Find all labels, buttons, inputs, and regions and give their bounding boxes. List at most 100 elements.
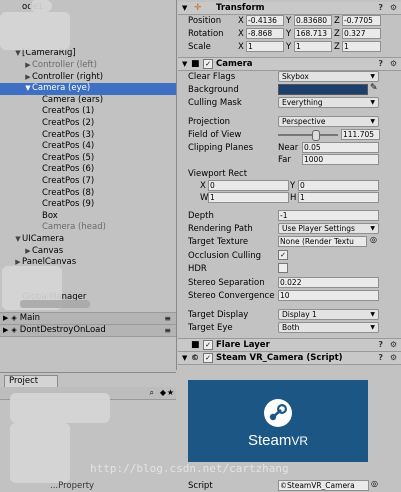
object-picker-icon[interactable]: ◎	[371, 479, 378, 488]
rendering-path-label: Rendering Path	[188, 224, 253, 234]
star-icon[interactable]: ★	[167, 388, 174, 397]
hierarchy-item-label: Controller (left)	[32, 60, 97, 70]
hierarchy-item[interactable]: CreatPos (9)	[0, 199, 176, 211]
camera-title: Camera	[216, 59, 253, 69]
scene-menu-icon[interactable]: ≡	[164, 325, 171, 336]
steam-logo-icon	[264, 399, 292, 427]
occlusion-culling-label: Occlusion Culling	[188, 251, 262, 261]
expand-arrow-icon[interactable]: ▼	[182, 2, 187, 14]
hierarchy-item[interactable]: Camera (ears)	[0, 95, 176, 107]
hierarchy-item[interactable]: Box	[0, 211, 176, 223]
flare-layer-enabled-checkbox[interactable]: ✓	[203, 340, 213, 350]
tab-project[interactable]: Project	[4, 375, 58, 387]
hierarchy-item[interactable]: ▶Controller (left)	[0, 60, 176, 72]
far-label: Far	[278, 155, 291, 165]
script-field[interactable]: ©SteamVR_Camera	[278, 480, 369, 491]
scale-z-field[interactable]: 1	[342, 41, 381, 52]
far-field[interactable]: 1000	[302, 154, 379, 165]
hierarchy-item[interactable]: CreatPos (1)	[0, 106, 176, 118]
scale-y-field[interactable]: 1	[294, 41, 332, 52]
target-eye-dropdown[interactable]: Both ▼	[278, 322, 379, 333]
depth-field[interactable]: -1	[278, 210, 379, 221]
collapse-arrow-icon[interactable]: ▶	[24, 246, 32, 258]
culling-mask-dropdown[interactable]: Everything ▼	[278, 97, 379, 108]
component-menu-icons[interactable]: ? ⚙	[378, 339, 399, 351]
fov-slider-thumb[interactable]	[311, 130, 320, 141]
hierarchy-item[interactable]: ▶Canvas	[0, 246, 176, 258]
expand-arrow-icon[interactable]: ▼	[182, 352, 187, 364]
hierarchy-item[interactable]: ▼UICamera	[0, 234, 176, 246]
expand-arrow-icon[interactable]: ▼	[24, 83, 32, 95]
hierarchy-item[interactable]: CreatPos (3)	[0, 130, 176, 142]
component-menu-icons[interactable]: ? ⚙	[378, 352, 399, 364]
rendering-path-dropdown[interactable]: Use Player Settings ▼	[278, 223, 379, 234]
target-texture-field[interactable]: None (Render Textu	[278, 236, 367, 247]
expand-arrow-icon[interactable]: ▼	[14, 234, 22, 246]
fov-field[interactable]: 111.705	[341, 129, 380, 140]
hierarchy-item[interactable]: CreatPos (6)	[0, 164, 176, 176]
scene-header[interactable]: ▶ ◈ DontDestroyOnLoad ≡	[0, 324, 176, 337]
collapse-arrow-icon[interactable]: ▶	[3, 314, 8, 322]
hierarchy-item[interactable]: CreatPos (4)	[0, 141, 176, 153]
steamvr-camera-enabled-checkbox[interactable]: ✓	[203, 353, 213, 363]
hierarchy-item[interactable]: Camera (head)	[0, 222, 176, 234]
component-menu-icons[interactable]: ? ⚙	[378, 2, 399, 14]
blurred-region	[30, 0, 52, 12]
collapse-arrow-icon[interactable]: ▶	[3, 326, 8, 334]
camera-icon: ■	[191, 59, 200, 69]
hierarchy-item[interactable]: CreatPos (7)	[0, 176, 176, 188]
component-menu-icons[interactable]: ? ⚙	[378, 58, 399, 70]
projection-dropdown[interactable]: Perspective ▼	[278, 116, 379, 127]
expand-arrow-icon[interactable]: ▼	[182, 58, 187, 70]
z-axis-label: Z	[334, 16, 340, 26]
hierarchy-item[interactable]: CreatPos (2)	[0, 118, 176, 130]
scale-x-field[interactable]: 1	[246, 41, 284, 52]
hierarchy-item[interactable]: CreatPos (5)	[0, 153, 176, 165]
hierarchy-item-label: CreatPos (2)	[42, 118, 95, 128]
viewport-x-field[interactable]: 0	[208, 180, 289, 191]
rotation-x-field[interactable]: -8.868	[246, 28, 284, 39]
blurred-region	[20, 300, 90, 308]
expand-arrow-icon[interactable]: ▼	[14, 48, 22, 60]
occlusion-culling-checkbox[interactable]: ✓	[278, 250, 288, 260]
position-z-field[interactable]: -0.7705	[342, 15, 381, 26]
stereo-convergence-field[interactable]: 10	[278, 290, 379, 301]
hierarchy-item[interactable]: ▶Controller (right)	[0, 72, 176, 84]
collapse-arrow-icon[interactable]: ▶	[24, 72, 32, 84]
dropdown-arrow-icon: ▼	[370, 324, 375, 331]
clear-flags-dropdown[interactable]: Skybox ▼	[278, 71, 379, 82]
viewport-y-field[interactable]: 0	[298, 180, 379, 191]
transform-header[interactable]: ▼ ✛ Transform ? ⚙	[178, 2, 401, 15]
eyedropper-icon[interactable]: ✎	[370, 83, 378, 93]
background-label: Background	[188, 85, 239, 95]
scene-menu-icon[interactable]: ≡	[164, 313, 171, 324]
project-bottom-item[interactable]: ...Property	[50, 481, 94, 491]
hdr-checkbox[interactable]	[278, 263, 288, 273]
stereo-separation-field[interactable]: 0.022	[278, 277, 379, 288]
hierarchy-item-label: Camera (eye)	[32, 83, 91, 94]
search-filter-icon[interactable]: ⌕	[150, 388, 154, 398]
collapse-arrow-icon[interactable]: ▶	[24, 60, 32, 72]
rotation-z-field[interactable]: 0.327	[342, 28, 381, 39]
hierarchy-item-label: CreatPos (4)	[42, 141, 95, 152]
label-icon[interactable]: ◆	[160, 388, 166, 397]
steamvr-camera-header[interactable]: ▼ © ✓ Steam VR_Camera (Script) ? ⚙	[178, 352, 401, 365]
hierarchy-item[interactable]: ▼[CameraRig]	[0, 48, 176, 60]
object-picker-icon[interactable]: ◎	[370, 235, 377, 244]
viewport-h-field[interactable]: 1	[298, 192, 379, 203]
rotation-y-field[interactable]: 168.713	[294, 28, 332, 39]
fov-slider-track[interactable]	[278, 134, 338, 136]
background-color-swatch[interactable]	[278, 84, 368, 95]
position-x-field[interactable]: -0.4136	[246, 15, 284, 26]
rotation-label: Rotation	[188, 29, 224, 39]
camera-enabled-checkbox[interactable]: ✓	[203, 59, 213, 69]
position-y-field[interactable]: 0.83680	[294, 15, 332, 26]
hierarchy-item[interactable]: CreatPos (8)	[0, 188, 176, 200]
target-display-dropdown[interactable]: Display 1 ▼	[278, 309, 379, 320]
flare-layer-header[interactable]: ■ ✓ Flare Layer ? ⚙	[178, 338, 401, 352]
near-field[interactable]: 0.05	[302, 142, 379, 153]
scale-label: Scale	[188, 42, 211, 52]
camera-header[interactable]: ▼ ■ ✓ Camera ? ⚙	[178, 57, 401, 71]
viewport-w-field[interactable]: 1	[208, 192, 289, 203]
hierarchy-item[interactable]: ▼Camera (eye)	[0, 83, 176, 95]
